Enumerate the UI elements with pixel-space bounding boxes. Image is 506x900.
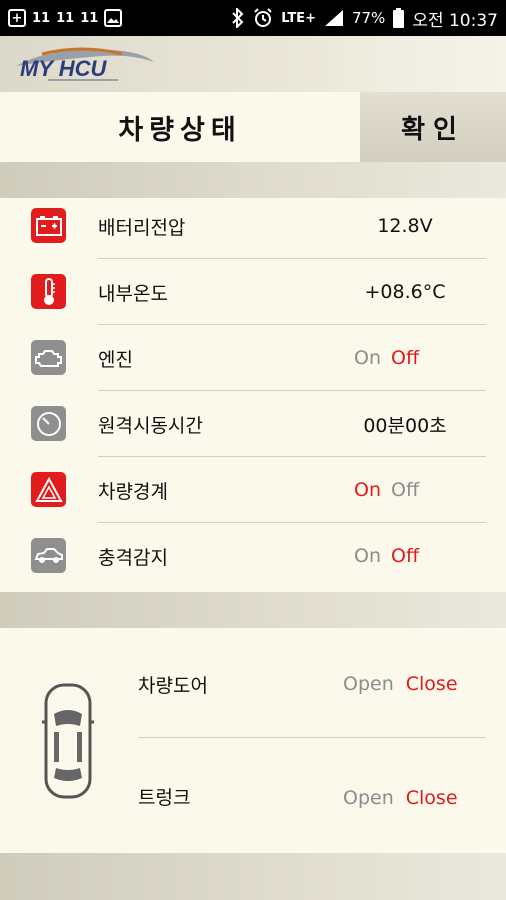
status-bar-system: LTE+ 77% 오전 10:37 [231,6,498,31]
close-option: Close [405,787,458,809]
image-icon [104,9,123,27]
battery-icon [31,208,66,243]
section-divider-band [0,592,506,628]
status-value: +08.6°C [364,281,446,303]
open-option: Open [343,673,394,695]
network-type: LTE+ [281,10,316,26]
confirm-button[interactable]: 확인 [360,92,506,162]
alarm-clock-icon [254,8,272,27]
engine-on-off: On Off [354,325,419,391]
alarm-on-off: On Off [354,457,419,523]
off-option: Off [391,347,420,369]
clock-icon [31,406,66,441]
app-header: MY HCU [0,36,506,92]
on-option: On [354,545,381,567]
notification-11-icon: 11 [32,10,51,26]
thermometer-icon [31,274,66,309]
open-option: Open [343,787,394,809]
on-option: On [354,347,381,369]
signal-icon [324,10,343,26]
status-value: 12.8V [377,215,433,237]
status-label: 엔진 [98,348,133,371]
status-row-vehicle-alarm: 차량경계 On Off [0,457,506,523]
plus-box-icon: + [8,9,26,27]
battery-percent: 77% [351,9,386,27]
impact-on-off: On Off [354,523,419,589]
clock: 오전 10:37 [412,10,498,31]
status-label: 충격감지 [98,546,168,569]
engine-icon [31,340,66,375]
title-bar: 차량상태 확인 [0,92,506,162]
status-value: 00분00초 [363,414,447,437]
bluetooth-icon [232,8,244,28]
on-option: On [354,479,381,501]
app-logo: MY HCU [16,47,154,81]
trunk-open-close: Open Close [343,787,458,809]
status-label: 차량경계 [98,480,168,503]
off-option: Off [391,479,420,501]
close-option: Close [405,673,458,695]
status-label: 원격시동시간 [98,414,203,437]
status-row-battery: 배터리전압 12.8V [0,193,506,259]
bottom-band [0,853,506,900]
door-open-close: Open Close [343,673,458,695]
status-row-impact-detection: 충격감지 On Off [0,523,506,589]
off-option: Off [391,545,420,567]
trunk-label: 트렁크 [138,787,191,809]
car-impact-icon [31,538,66,573]
status-label: 내부온도 [98,282,168,305]
row-divider [138,737,486,738]
status-bar: + 11 11 11 LTE+ 77% 오전 10:37 [0,0,506,36]
status-row-engine: 엔진 On Off [0,325,506,391]
car-top-view-icon [42,683,94,799]
door-label: 차량도어 [138,675,208,697]
door-row: 차량도어 Open Close [138,665,486,738]
status-bar-notifications: + 11 11 11 [8,6,123,30]
svg-text:MY HCU: MY HCU [20,56,107,81]
status-row-remote-start-time: 원격시동시간 00분00초 [0,391,506,457]
notification-11-icon: 11 [80,10,99,26]
status-row-temperature: 내부온도 +08.6°C [0,259,506,325]
battery-status-icon [393,8,405,28]
status-label: 배터리전압 [98,216,186,239]
page-title: 차량상태 [118,114,242,146]
notification-11-icon: 11 [56,10,75,26]
warning-triangle-icon [31,472,66,507]
trunk-row: 트렁크 Open Close [138,775,486,825]
